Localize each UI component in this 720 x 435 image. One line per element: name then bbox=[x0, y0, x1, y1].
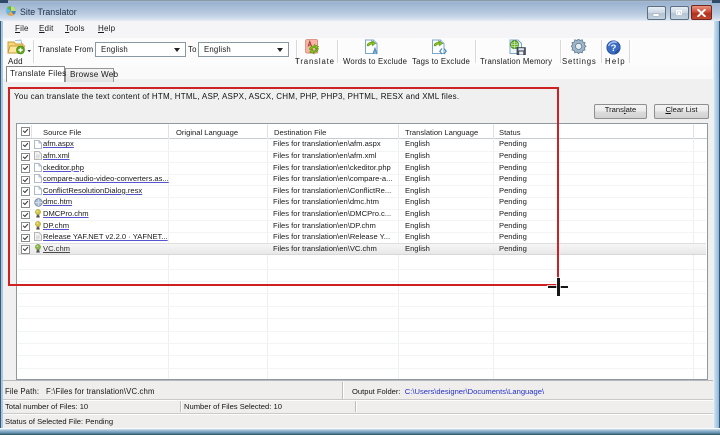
svg-text:?: ? bbox=[611, 43, 617, 54]
